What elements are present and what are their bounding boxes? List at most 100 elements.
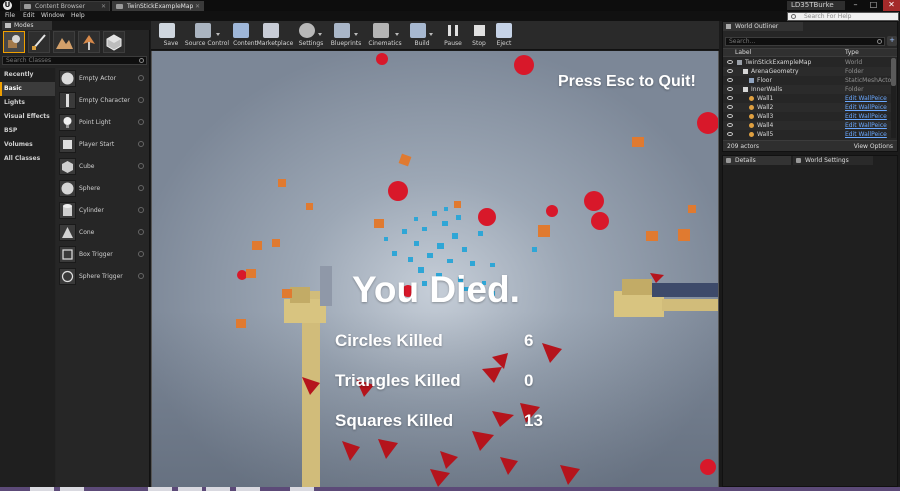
paint-mode-button[interactable] xyxy=(28,31,50,53)
menu-edit[interactable]: Edit xyxy=(23,12,35,20)
visibility-eye-icon[interactable] xyxy=(727,114,733,118)
marketplace-button[interactable]: Marketplace xyxy=(257,22,293,49)
chevron-down-icon[interactable] xyxy=(395,33,399,36)
visibility-eye-icon[interactable] xyxy=(727,132,733,136)
outliner-row[interactable]: InnerWalls Folder xyxy=(723,85,891,94)
tab-details[interactable]: Details xyxy=(723,156,791,165)
place-point-light[interactable]: Point Light xyxy=(56,112,149,133)
edit-blueprint-link[interactable]: Edit WallPeice xyxy=(845,112,887,121)
taskbar-item[interactable] xyxy=(236,487,260,491)
edit-blueprint-link[interactable]: Edit WallPeice xyxy=(845,121,887,130)
info-icon[interactable] xyxy=(138,251,144,257)
visibility-eye-icon[interactable] xyxy=(727,60,733,64)
edit-blueprint-link[interactable]: Edit WallPeice xyxy=(845,103,887,112)
outliner-row[interactable]: Wall2 Edit WallPeice xyxy=(723,103,891,112)
save-button[interactable]: Save xyxy=(155,22,179,49)
place-box-trigger[interactable]: Box Trigger xyxy=(56,244,149,265)
menu-window[interactable]: Window xyxy=(41,12,65,20)
close-icon[interactable]: ✕ xyxy=(101,2,106,11)
info-icon[interactable] xyxy=(138,97,144,103)
outliner-search-input[interactable]: Search... xyxy=(725,37,885,46)
close-window-button[interactable]: ✕ xyxy=(883,0,900,11)
view-options-button[interactable]: View Options xyxy=(854,141,893,152)
info-icon[interactable] xyxy=(138,163,144,169)
outliner-row[interactable]: Floor StaticMeshActor xyxy=(723,76,894,85)
source-control-button[interactable]: Source Control xyxy=(185,22,229,49)
info-icon[interactable] xyxy=(138,207,144,213)
info-icon[interactable] xyxy=(138,75,144,81)
outliner-row[interactable]: ArenaGeometry Folder xyxy=(723,67,891,76)
info-icon[interactable] xyxy=(138,141,144,147)
column-type[interactable]: Type xyxy=(845,49,859,57)
visibility-eye-icon[interactable] xyxy=(727,123,733,127)
taskbar-item[interactable] xyxy=(206,487,230,491)
tab-modes[interactable]: Modes xyxy=(2,21,52,30)
outliner-row[interactable]: Wall4 Edit WallPeice xyxy=(723,121,891,130)
eject-button[interactable]: Eject xyxy=(493,22,515,49)
place-cylinder[interactable]: Cylinder xyxy=(56,200,149,221)
outliner-row[interactable]: Wall1 Edit WallPeice xyxy=(723,94,891,103)
scrollbar-thumb[interactable] xyxy=(891,58,896,86)
outliner-row[interactable]: TwinStickExampleMap World xyxy=(723,58,891,67)
chevron-down-icon[interactable] xyxy=(354,33,358,36)
category-basic[interactable]: Basic xyxy=(0,82,55,96)
chevron-down-icon[interactable] xyxy=(429,33,433,36)
foliage-mode-button[interactable] xyxy=(78,31,100,53)
taskbar-item[interactable] xyxy=(30,487,54,491)
outliner-scrollbar[interactable] xyxy=(891,58,896,138)
outliner-row[interactable]: Wall5 Edit WallPeice xyxy=(723,130,891,139)
visibility-eye-icon[interactable] xyxy=(727,105,733,109)
menu-file[interactable]: File xyxy=(5,12,15,20)
category-lights[interactable]: Lights xyxy=(0,96,55,110)
place-sphere[interactable]: Sphere xyxy=(56,178,149,199)
landscape-mode-button[interactable] xyxy=(53,31,75,53)
column-label[interactable]: Label xyxy=(735,49,751,57)
visibility-eye-icon[interactable] xyxy=(727,78,733,82)
visibility-eye-icon[interactable] xyxy=(727,96,733,100)
info-icon[interactable] xyxy=(138,185,144,191)
place-player-start[interactable]: Player Start xyxy=(56,134,149,155)
category-volumes[interactable]: Volumes xyxy=(0,138,55,152)
place-sphere-trigger[interactable]: Sphere Trigger xyxy=(56,266,149,287)
add-folder-button[interactable]: + xyxy=(887,36,897,46)
help-search-input[interactable]: Search For Help xyxy=(787,12,899,21)
close-icon[interactable]: ✕ xyxy=(195,2,200,11)
taskbar-item[interactable] xyxy=(178,487,202,491)
outliner-row-name: Floor xyxy=(757,77,772,84)
minimize-button[interactable]: – xyxy=(847,0,864,11)
tab-content-browser[interactable]: Content Browser ✕ xyxy=(20,1,110,11)
edit-blueprint-link[interactable]: Edit WallPeice xyxy=(845,94,887,103)
info-icon[interactable] xyxy=(138,273,144,279)
geometry-mode-button[interactable] xyxy=(103,31,125,53)
outliner-row[interactable]: Wall3 Edit WallPeice xyxy=(723,112,891,121)
tab-level-map[interactable]: TwinStickExampleMap ✕ xyxy=(112,1,204,11)
category-recently-placed[interactable]: Recently Placed xyxy=(0,68,55,92)
search-classes-input[interactable]: Search Classes xyxy=(2,56,147,65)
maximize-button[interactable]: □ xyxy=(865,0,882,11)
tab-world-settings[interactable]: World Settings xyxy=(793,156,873,165)
menu-help[interactable]: Help xyxy=(71,12,85,20)
cinematics-button[interactable]: Cinematics xyxy=(365,22,402,49)
chevron-down-icon[interactable] xyxy=(318,33,322,36)
settings-button[interactable]: Settings xyxy=(293,22,323,49)
blueprints-button[interactable]: Blueprints xyxy=(327,22,361,49)
visibility-eye-icon[interactable] xyxy=(727,69,733,73)
place-empty-actor[interactable]: Empty Actor xyxy=(56,68,149,89)
info-icon[interactable] xyxy=(138,229,144,235)
tab-world-outliner[interactable]: World Outliner xyxy=(723,22,803,31)
place-cone[interactable]: Cone xyxy=(56,222,149,243)
game-viewport[interactable]: Press Esc to Quit! You Died. Circles Kil… xyxy=(151,51,719,487)
place-empty-character[interactable]: Empty Character xyxy=(56,90,149,111)
taskbar-item[interactable] xyxy=(148,487,172,491)
info-icon[interactable] xyxy=(138,119,144,125)
place-cube[interactable]: Cube xyxy=(56,156,149,177)
category-bsp[interactable]: BSP xyxy=(0,124,55,138)
chevron-down-icon[interactable] xyxy=(216,33,220,36)
category-all-classes[interactable]: All Classes xyxy=(0,152,55,166)
category-visual-effects[interactable]: Visual Effects xyxy=(0,110,55,124)
place-mode-button[interactable] xyxy=(3,31,25,53)
taskbar-item[interactable] xyxy=(290,487,314,491)
visibility-eye-icon[interactable] xyxy=(727,87,733,91)
taskbar-item[interactable] xyxy=(60,487,84,491)
edit-blueprint-link[interactable]: Edit WallPeice xyxy=(845,130,887,139)
